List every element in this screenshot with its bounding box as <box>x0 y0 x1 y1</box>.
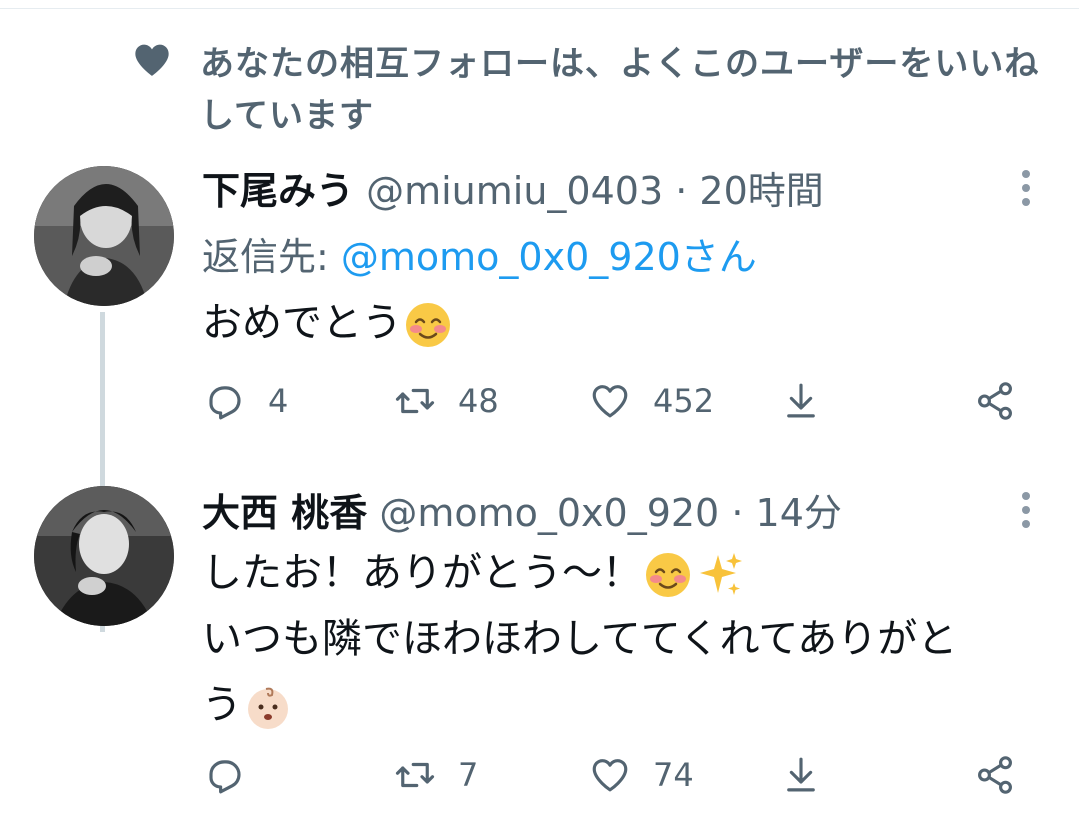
share-icon <box>978 756 1012 794</box>
tweet-actions: 4 48 452 <box>202 376 1032 426</box>
reply-button[interactable]: 4 <box>204 376 288 426</box>
tweet-header: 下尾みう @miumiu_0403 · 20時間 <box>202 164 962 218</box>
smiling-face-with-blush-icon <box>646 553 690 597</box>
retweet-icon <box>395 762 435 788</box>
avatar[interactable] <box>34 166 174 306</box>
timestamp[interactable]: 14分 <box>756 491 842 535</box>
retweet-icon <box>395 388 435 414</box>
share-button[interactable] <box>974 750 1016 800</box>
tweet-line: いつも隣でほわほわしててくれてありがと <box>202 606 1062 672</box>
share-button[interactable] <box>974 376 1016 426</box>
sparkles-icon <box>700 553 742 595</box>
user-handle[interactable]: @momo_0x0_920 <box>379 491 719 535</box>
tweet-line-1: したお！ありがとう〜！ <box>202 550 642 596</box>
reply-icon <box>209 386 241 420</box>
like-button[interactable]: 452 <box>589 376 714 426</box>
reply-icon <box>209 760 241 794</box>
reply-button[interactable] <box>204 750 246 800</box>
tweet-body-text: おめでとう <box>202 300 402 346</box>
tweet-line: したお！ありがとう〜！ <box>202 540 1062 606</box>
tweet-text: おめでとう <box>202 290 1062 356</box>
reply-prefix: 返信先: <box>202 235 341 279</box>
reply-mention-link[interactable]: @momo_0x0_920さん <box>341 235 757 279</box>
tweet-header: 大西 桃香 @momo_0x0_920 · 14分 <box>202 486 962 540</box>
share-icon <box>978 382 1012 420</box>
retweet-button[interactable]: 48 <box>394 376 499 426</box>
download-button[interactable] <box>780 750 822 800</box>
tweet-actions: 7 74 <box>202 750 1032 800</box>
download-button[interactable] <box>780 376 822 426</box>
tweet-line-3: う <box>202 682 242 728</box>
top-divider <box>0 8 1079 9</box>
like-button[interactable]: 74 <box>589 750 694 800</box>
like-icon <box>592 385 628 418</box>
display-name[interactable]: 下尾みう <box>202 169 354 213</box>
smiling-face-with-blush-icon <box>406 303 450 347</box>
more-options-icon[interactable] <box>1016 170 1036 214</box>
baby-face-icon <box>248 687 288 729</box>
like-count: 74 <box>653 756 694 794</box>
separator-dot: · <box>731 491 744 535</box>
like-icon <box>592 759 628 792</box>
reply-count: 4 <box>268 382 289 420</box>
retweet-count: 48 <box>458 382 499 420</box>
reply-context: 返信先: @momo_0x0_920さん <box>202 230 757 284</box>
heart-icon <box>135 44 169 76</box>
user-handle[interactable]: @miumiu_0403 <box>366 169 663 213</box>
retweet-button[interactable]: 7 <box>394 750 478 800</box>
tweet-line: う <box>202 672 1062 738</box>
separator-dot: · <box>675 169 688 213</box>
download-icon <box>787 383 815 418</box>
more-options-icon[interactable] <box>1016 492 1036 536</box>
like-count: 452 <box>653 382 715 420</box>
retweet-count: 7 <box>458 756 479 794</box>
social-context-text: あなたの相互フォローは、よくこのユーザーをいいねしています <box>200 44 1040 136</box>
download-icon <box>787 757 815 792</box>
avatar[interactable] <box>34 486 174 626</box>
tweet-line-2: いつも隣でほわほわしててくれてありがと <box>202 616 958 662</box>
tweet-text: したお！ありがとう〜！ いつも隣でほわほわしててくれてありがと う <box>202 540 1062 738</box>
timestamp[interactable]: 20時間 <box>699 169 823 213</box>
display-name[interactable]: 大西 桃香 <box>202 491 367 535</box>
